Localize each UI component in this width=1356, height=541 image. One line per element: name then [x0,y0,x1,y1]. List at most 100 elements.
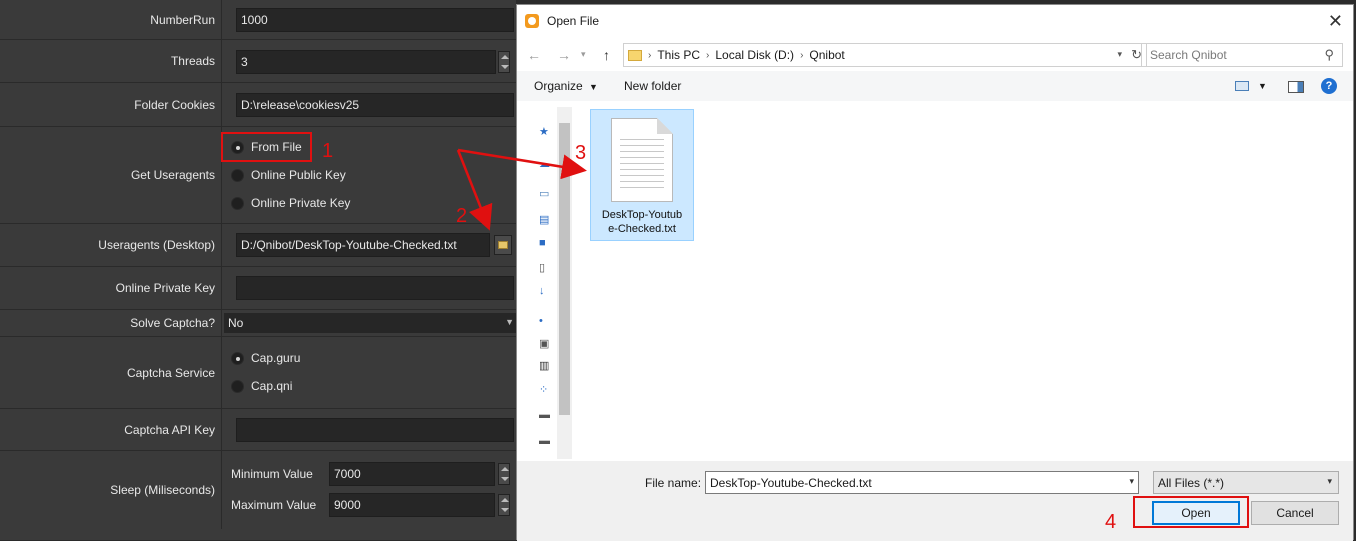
disk-icon[interactable]: ▬ [539,435,550,447]
app-icon [525,13,539,28]
downloads-icon[interactable]: ↓ [539,285,545,297]
address-bar[interactable]: › This PC › Local Disk (D:) › Qnibot ▾ ↻ [623,43,1147,67]
annotation-4: 4 [1105,511,1117,533]
doc-icon[interactable]: ▯ [539,261,545,274]
captcha-api-key-label: Captcha API Key [0,409,222,450]
captcha-service-label: Captcha Service [0,337,222,408]
radio-label: Cap.qni [251,379,293,393]
desktop-icon[interactable]: ▤ [539,213,549,226]
breadcrumb-this-pc[interactable]: This PC [657,48,700,62]
dialog-toolbar: Organize ▼ New folder ▼ ? [517,71,1353,101]
row-threads: Threads 3 [0,40,516,83]
text-file-icon [611,118,673,202]
radio-online-public-key[interactable]: Online Public Key [231,168,346,182]
number-run-label: NumberRun [0,0,222,39]
view-options-icon[interactable] [1235,81,1249,91]
organize-label: Organize [534,79,583,93]
row-captcha-api-key: Captcha API Key [0,409,516,451]
dialog-titlebar: Open File ✕ [517,5,1353,36]
disk-icon[interactable]: ▬ [539,409,550,421]
back-arrow-icon[interactable]: ← [527,47,541,63]
videos-icon[interactable]: ▥ [539,359,549,372]
quick-access-icon[interactable]: ★ [539,125,549,138]
recent-chevron-icon[interactable]: ▾ [581,49,586,60]
threads-label: Threads [0,40,222,82]
chevron-right-icon: › [648,49,652,61]
max-value-input[interactable]: 9000 [329,493,495,517]
settings-panel: NumberRun 1000 Threads 3 Folder Cookies … [0,0,516,540]
max-value-label: Maximum Value [231,498,317,512]
navigation-pane: ★ ☁ ▭ ▤ ■ ▯ ↓ • ▣ ▥ ⁘ ▬ ▬ [517,107,573,459]
drive-icon[interactable]: ⁘ [539,383,548,396]
chevron-down-icon[interactable]: ▾ [1129,476,1134,487]
row-sleep: Sleep (Miliseconds) Minimum Value 7000 M… [0,451,516,529]
sleep-label: Sleep (Miliseconds) [0,451,222,529]
this-pc-icon[interactable]: ▭ [539,187,549,200]
file-name-input[interactable]: DeskTop-Youtube-Checked.txt ▾ [705,471,1139,494]
folder-cookies-input[interactable]: D:\release\cookiesv25 [236,93,514,117]
radio-dot [231,379,244,393]
documents-icon[interactable]: ■ [539,237,546,249]
solve-captcha-select[interactable]: No ▼ [224,313,516,333]
folder-icon [628,49,642,61]
up-arrow-icon[interactable]: ↑ [603,47,610,63]
radio-online-private-key[interactable]: Online Private Key [231,196,350,210]
dialog-title: Open File [547,13,600,28]
nav-scrollbar-thumb[interactable] [559,123,570,415]
radio-label: Online Private Key [251,196,351,210]
threads-input[interactable]: 3 [236,50,496,74]
number-run-input[interactable]: 1000 [236,8,514,32]
radio-cap-guru[interactable]: Cap.guru [231,351,300,365]
useragents-desktop-label: Useragents (Desktop) [0,224,222,266]
chevron-right-icon: › [706,49,710,61]
annotation-box-from-file [221,132,312,162]
row-useragents-desktop: Useragents (Desktop) D:/Qnibot/DeskTop-Y… [0,224,516,267]
chevron-down-icon[interactable]: ▼ [1258,81,1267,91]
breadcrumb-local-disk[interactable]: Local Disk (D:) [715,48,794,62]
address-row: ← → ▾ ↑ › This PC › Local Disk (D:) › Qn… [517,43,1353,69]
chevron-down-icon: ▾ [1327,476,1332,486]
new-folder-button[interactable]: New folder [624,79,681,93]
file-name: DeskTop-Youtub e-Checked.txt [601,209,683,235]
browse-button[interactable] [494,235,512,255]
online-private-key-input[interactable] [236,276,514,300]
chevron-down-icon: ▼ [505,317,514,327]
organize-button[interactable]: Organize ▼ [534,79,598,93]
search-input[interactable]: Search Qnibot ⚲ [1141,43,1343,67]
pictures-icon[interactable]: ▣ [539,337,549,350]
chevron-down-icon[interactable]: ▾ [1117,49,1122,60]
chevron-right-icon: › [800,49,804,61]
music-icon[interactable]: • [539,315,543,327]
solve-captcha-label: Solve Captcha? [0,310,222,336]
captcha-api-key-input[interactable] [236,418,514,442]
file-name-label: File name: [645,476,702,490]
row-captcha-service: Captcha Service Cap.guru Cap.qni [0,337,516,409]
min-value-label: Minimum Value [231,467,313,481]
threads-stepper[interactable] [498,51,510,73]
useragents-desktop-input[interactable]: D:/Qnibot/DeskTop-Youtube-Checked.txt [236,233,490,257]
radio-dot [231,351,244,365]
solve-captcha-value: No [228,316,244,330]
chevron-down-icon: ▼ [589,82,598,92]
forward-arrow-icon[interactable]: → [557,47,571,63]
file-type-select[interactable]: All Files (*.*) ▾ [1153,471,1339,494]
min-value-stepper[interactable] [498,463,510,485]
get-useragents-label: Get Useragents [0,127,222,223]
cloud-icon[interactable]: ☁ [539,157,550,170]
breadcrumb-qnibot[interactable]: Qnibot [809,48,844,62]
help-icon[interactable]: ? [1321,78,1337,94]
search-icon: ⚲ [1324,47,1334,62]
annotation-box-open [1133,496,1249,528]
cancel-button[interactable]: Cancel [1251,501,1339,525]
preview-pane-icon[interactable] [1288,81,1304,93]
annotation-3: 3 [575,142,587,164]
search-placeholder: Search Qnibot [1150,48,1227,62]
max-value-stepper[interactable] [498,494,510,516]
radio-cap-qni[interactable]: Cap.qni [231,379,292,393]
min-value-input[interactable]: 7000 [329,462,495,486]
open-file-dialog: Open File ✕ ← → ▾ ↑ › This PC › Local Di… [516,4,1354,541]
row-folder-cookies: Folder Cookies D:\release\cookiesv25 [0,83,516,127]
close-icon[interactable]: ✕ [1328,11,1343,32]
file-item[interactable]: DeskTop-Youtub e-Checked.txt [590,109,694,241]
annotation-1: 1 [322,140,334,162]
